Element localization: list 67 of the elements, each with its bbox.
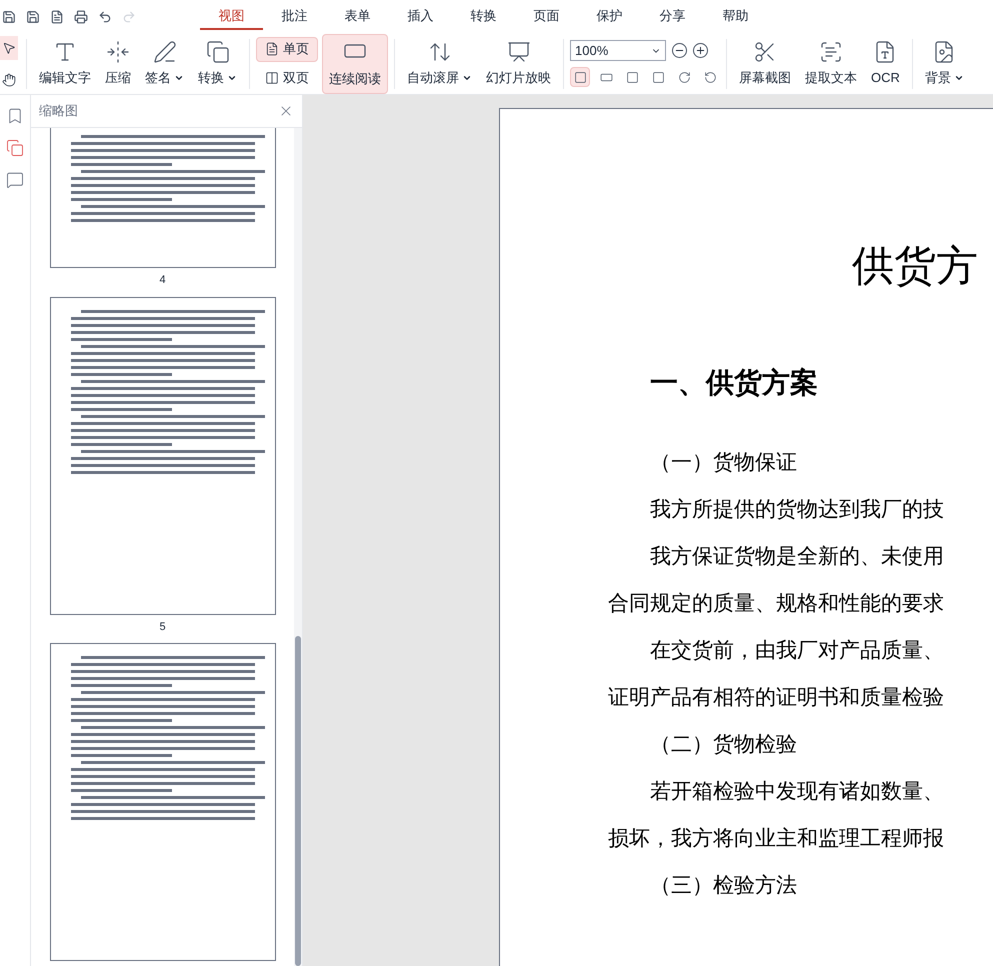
menu-tab[interactable]: 页面	[515, 4, 578, 30]
toolbar-button[interactable]: 转换	[192, 36, 243, 92]
page-thumbnail[interactable]	[50, 296, 276, 614]
print-icon[interactable]	[74, 10, 88, 24]
zoom-field[interactable]: 100%	[570, 40, 666, 61]
single-page-button[interactable]: 单页	[256, 36, 318, 62]
page-thumbnail[interactable]	[50, 128, 276, 268]
fit-visible-icon	[652, 70, 664, 84]
select-tool-button[interactable]	[0, 36, 18, 60]
zoom-in-icon[interactable]	[693, 43, 708, 58]
comment-icon[interactable]	[6, 171, 24, 189]
paragraph-line: 若开箱检验中发现有诸如数量、	[649, 780, 945, 803]
pages-icon	[206, 40, 230, 64]
toolbar-button[interactable]: 提取文本	[799, 36, 863, 92]
paragraph-line: 合同规定的质量、规格和性能的要求	[608, 592, 945, 615]
rotate-right-icon	[678, 70, 690, 84]
menu-tab[interactable]: 分享	[641, 4, 704, 30]
menu-tab[interactable]: 转换	[452, 4, 515, 30]
section-heading: 一、供货方案	[649, 369, 819, 397]
paragraph-line: 在交货前，由我厂对产品质量、	[649, 639, 945, 662]
subsection-heading: （一）货物保证	[649, 451, 798, 474]
toolbar-button[interactable]: 压缩	[99, 36, 137, 92]
save-icon[interactable]	[2, 10, 16, 24]
toolbar-button[interactable]: 自动滚屏	[401, 36, 478, 92]
subsection-heading: （三）检验方法	[649, 874, 798, 897]
subsection-heading: （二）货物检验	[649, 733, 798, 756]
fit-height-icon	[626, 70, 638, 84]
menu-tab[interactable]: 插入	[389, 4, 452, 30]
save-icon[interactable]	[26, 10, 40, 24]
page-icon	[265, 42, 279, 56]
scrollbar-thumb[interactable]	[295, 636, 301, 966]
toolbar-button[interactable]: 编辑文字	[33, 36, 97, 92]
paragraph-line: 我方保证货物是全新的、未使用	[649, 545, 945, 568]
page-number: 5	[159, 620, 166, 634]
rotate-left-icon	[704, 70, 716, 84]
panel-title: 缩略图	[39, 102, 78, 120]
signature-icon	[152, 40, 176, 64]
paragraph-line: 损坏，我方将向业主和监理工程师报	[608, 827, 945, 850]
menu-tab[interactable]: 视图	[200, 4, 263, 30]
compress-arrows-icon	[106, 40, 130, 64]
zoom-out-icon[interactable]	[672, 43, 687, 58]
pointer-icon	[2, 40, 16, 54]
menu-tab[interactable]: 表单	[326, 4, 389, 30]
toolbar-button[interactable]: 屏幕截图	[733, 36, 797, 92]
toolbar-button[interactable]: OCR	[865, 36, 906, 92]
menu-tab[interactable]: 保护	[578, 4, 641, 30]
two-columns-icon	[265, 71, 279, 85]
save-as-icon[interactable]	[50, 10, 64, 24]
page-number: 4	[159, 273, 166, 288]
toolbar-button[interactable]: 背景	[918, 36, 970, 92]
thumbnails-icon[interactable]	[6, 139, 24, 157]
menu-tab[interactable]: 帮助	[704, 4, 767, 30]
paragraph-line: 我方所提供的货物达到我厂的技	[649, 498, 945, 521]
toolbar-button[interactable]: 签名	[139, 36, 190, 92]
projector-icon	[506, 40, 530, 64]
paragraph-line: 证明产品有相符的证明书和质量检验	[608, 686, 945, 709]
fit-page-icon	[574, 70, 586, 84]
page-thumbnail[interactable]	[50, 643, 276, 961]
menu-tab[interactable]: 批注	[263, 4, 326, 30]
continuous-read-button[interactable]: 连续阅读	[322, 34, 388, 94]
undo-icon[interactable]	[98, 10, 112, 24]
document-title: 供货方	[851, 245, 979, 287]
text-frame-icon	[819, 40, 843, 64]
fit-button[interactable]	[570, 67, 590, 87]
double-page-button[interactable]: 双页	[256, 66, 318, 90]
toolbar-button[interactable]: 幻灯片放映	[480, 36, 557, 92]
hand-icon	[2, 72, 16, 86]
